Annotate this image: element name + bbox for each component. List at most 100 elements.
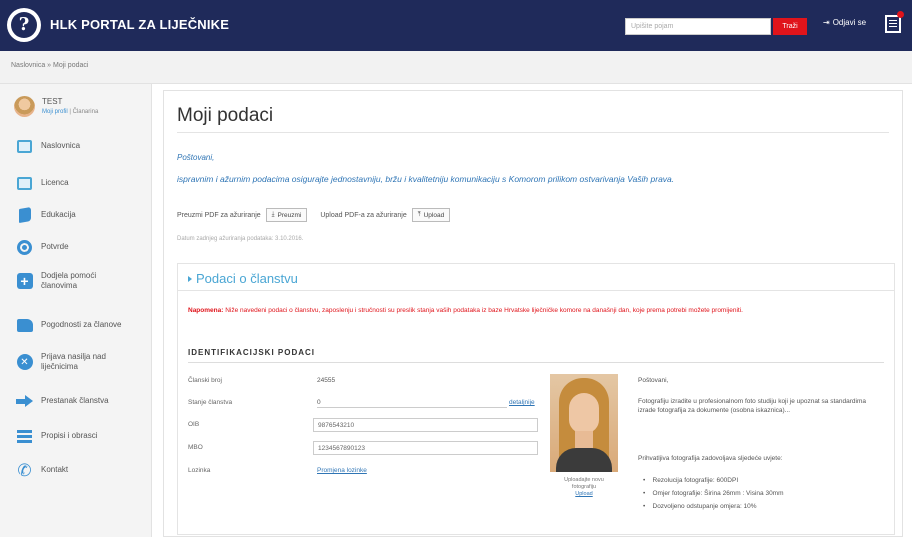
- sidebar-item-label: Naslovnica: [41, 141, 81, 150]
- requirement-text: Dozvoljeno odstupanje omjera: 10%: [652, 503, 757, 510]
- logout-label: Odjavi se: [832, 18, 867, 27]
- member-number-value: 24555: [317, 377, 336, 384]
- phone-icon: ✆: [17, 460, 32, 480]
- photo-caption-line1: Uploadajte novu: [564, 477, 604, 483]
- plus-icon: +: [16, 273, 33, 290]
- photo-instructions: Fotografiju izradite u profesionalnom fo…: [638, 398, 866, 414]
- last-update-note: Datum zadnjeg ažuriranja podataka: 3.10.…: [177, 236, 304, 242]
- user-membership-link[interactable]: Članarina: [73, 109, 99, 115]
- sidebar-item-kontakt[interactable]: ✆ Kontakt: [0, 454, 152, 486]
- photo-requirement-item: • Rezolucija fotografije: 600DPI: [643, 477, 739, 484]
- sidebar-item-label: Pogodnosti za članove: [41, 320, 122, 329]
- membership-status-label: Stanje članstva: [188, 399, 233, 406]
- close-circle-icon: ✕: [16, 354, 33, 371]
- pdf-actions-row: Preuzmi PDF za ažuriranje ⤓ Preuzmi Uplo…: [177, 208, 463, 222]
- membership-warning: Napomena: Niže navedeni podaci o članstv…: [188, 306, 878, 315]
- caret-right-icon: [188, 275, 192, 282]
- panel-divider: [178, 290, 894, 291]
- sidebar: TEST Moji profil | Članarina Naslovnica …: [0, 84, 152, 537]
- sidebar-item-label-line2: liječnicima: [41, 362, 78, 371]
- download-icon: ⤓: [271, 211, 275, 218]
- monitor-icon: [16, 138, 33, 155]
- sidebar-item-label: Kontakt: [41, 465, 69, 474]
- search-button[interactable]: Traži: [773, 18, 807, 35]
- pdf-upload-button-label: Upload: [423, 211, 445, 219]
- greeting-text: Poštovani,: [177, 153, 215, 162]
- thumbs-up-icon: [16, 317, 33, 334]
- sidebar-item-label-line1: Dodjela pomoći: [41, 271, 97, 280]
- member-photo: [550, 374, 618, 472]
- user-profile-link[interactable]: Moji profil: [42, 109, 68, 115]
- exit-arrow-icon: [16, 393, 33, 410]
- membership-status-value: 0: [317, 399, 321, 406]
- password-label: Lozinka: [188, 467, 211, 474]
- hlk-logo-icon: ?: [11, 12, 37, 38]
- title-divider: [177, 132, 889, 133]
- photo-upload-link[interactable]: Upload: [542, 491, 626, 498]
- search-input[interactable]: Upišite pojam: [625, 18, 771, 35]
- breadcrumb[interactable]: Naslovnica » Moji podaci: [11, 62, 88, 69]
- section-divider: [188, 362, 884, 363]
- page-title: Moji podaci: [177, 105, 274, 126]
- status-details-link[interactable]: detaljnije: [509, 399, 535, 406]
- book-icon: [16, 206, 33, 224]
- sidebar-item-label: Licenca: [41, 178, 69, 187]
- sidebar-item-pogodnosti[interactable]: Pogodnosti za članove: [0, 309, 152, 341]
- sidebar-item-prijava-nasilja[interactable]: ✕ Prijava nasilja nad liječnicima: [0, 346, 152, 378]
- sidebar-item-label: Prijava nasilja nad liječnicima: [41, 352, 106, 372]
- member-number-label: Članski broj: [188, 377, 222, 384]
- user-links: Moji profil | Članarina: [42, 109, 98, 115]
- sidebar-item-label: Edukacija: [41, 210, 76, 219]
- sidebar-item-label: Potvrde: [41, 242, 69, 251]
- sidebar-item-propisi[interactable]: Propisi i obrasci: [0, 420, 152, 452]
- logout-button[interactable]: ⇥ Odjavi se: [823, 18, 866, 27]
- mbo-label: MBO: [188, 444, 203, 451]
- pdf-download-button-label: Preuzmi: [277, 211, 302, 219]
- hlk-logo[interactable]: ?: [7, 8, 41, 42]
- logout-icon: ⇥: [823, 18, 830, 27]
- photo-caption-line2: fotografiju: [571, 484, 597, 490]
- upload-icon: ⤒: [417, 211, 421, 218]
- membership-panel-toggle[interactable]: Podaci o članstvu: [188, 271, 298, 286]
- pdf-download-button[interactable]: ⤓ Preuzmi: [265, 208, 308, 222]
- mbo-field[interactable]: 123456789012​3: [313, 441, 538, 455]
- photo-requirement-item: • Omjer fotografije: Širina 26mm : Visin…: [643, 490, 784, 497]
- sidebar-item-dodjela-pomoci[interactable]: + Dodjela pomoći članovima: [0, 265, 152, 297]
- warning-label: Napomena:: [188, 307, 224, 314]
- notification-badge: [897, 11, 904, 18]
- intro-text: ispravnim i ažurnim podacima osigurajte …: [177, 174, 675, 184]
- certificate-icon: [16, 175, 33, 192]
- notifications-icon[interactable]: [885, 11, 904, 33]
- sidebar-item-prestanak-clanstva[interactable]: Prestanak članstva: [0, 385, 152, 417]
- pdf-download-label: Preuzmi PDF za ažuriranje: [177, 211, 261, 219]
- photo-requirements-intro: Prihvatljiva fotografija zadovoljava slj…: [638, 455, 783, 462]
- list-icon: [16, 428, 33, 445]
- sidebar-item-label-line2: članovima: [41, 281, 78, 290]
- sidebar-item-potvrde[interactable]: Potvrde: [0, 231, 152, 263]
- sidebar-item-label: Dodjela pomoći članovima: [41, 271, 96, 291]
- change-password-link[interactable]: Promjena lozinke: [317, 467, 367, 474]
- user-info: TEST Moji profil | Članarina: [14, 96, 98, 117]
- sidebar-item-licenca[interactable]: Licenca: [0, 167, 152, 199]
- membership-panel: Podaci o članstvu Napomena: Niže naveden…: [177, 263, 895, 535]
- photo-caption: Uploadajte novu fotografiju Upload: [542, 477, 626, 498]
- sidebar-item-label-line1: Prijava nasilja nad: [41, 352, 106, 361]
- avatar: [14, 96, 35, 117]
- sidebar-item-label: Prestanak članstva: [41, 396, 109, 405]
- main-content: Moji podaci Poštovani, ispravnim i ažurn…: [163, 90, 903, 537]
- sidebar-item-edukacija[interactable]: Edukacija: [0, 199, 152, 231]
- identification-section-title: IDENTIFIKACIJSKI PODACI: [188, 348, 316, 357]
- app-title: HLK PORTAL ZA LIJEČNIKE: [50, 17, 230, 32]
- status-underline: [317, 407, 507, 408]
- pdf-upload-button[interactable]: ⤒ Upload: [411, 208, 451, 222]
- pdf-upload-label: Upload PDF-a za ažuriranje: [320, 211, 407, 219]
- breadcrumb-bar: Naslovnica » Moji podaci: [0, 51, 912, 84]
- oib-field[interactable]: 98765432​10: [313, 418, 538, 432]
- membership-panel-title: Podaci o članstvu: [196, 271, 298, 286]
- gear-icon: [16, 239, 33, 256]
- requirement-text: Rezolucija fotografije: 600DPI: [652, 477, 739, 484]
- user-links-separator: |: [69, 109, 71, 115]
- warning-text: Niže navedeni podaci o članstvu, zaposle…: [225, 307, 743, 314]
- oib-label: OIB: [188, 421, 200, 428]
- sidebar-item-naslovnica[interactable]: Naslovnica: [0, 130, 152, 162]
